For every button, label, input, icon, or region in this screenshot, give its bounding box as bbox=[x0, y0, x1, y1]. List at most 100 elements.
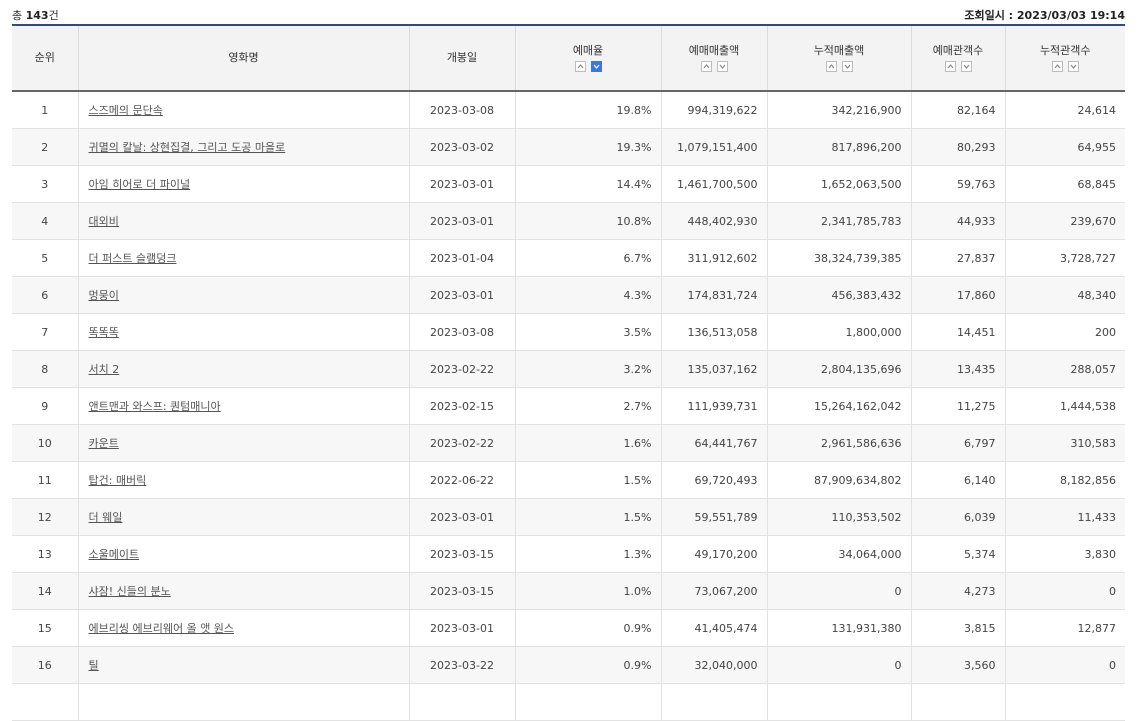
cell-title bbox=[77, 683, 409, 721]
cell-release: 2023-01-04 bbox=[408, 239, 515, 277]
cell-rank: 6 bbox=[12, 276, 78, 314]
table-row: 9 앤트맨과 와스프: 퀀텀매니아 2023-02-15 2.7% 111,939,73… bbox=[12, 387, 1125, 425]
cell-sales bbox=[660, 683, 767, 721]
cell-release: 2023-03-22 bbox=[408, 646, 515, 684]
column-header-rank: 순위 bbox=[12, 25, 78, 92]
cell-release: 2023-03-08 bbox=[408, 313, 515, 351]
sort-descending-icon[interactable] bbox=[716, 61, 728, 72]
cell-rank: 7 bbox=[12, 313, 78, 351]
cell-cum_sales: 87,909,634,802 bbox=[766, 461, 911, 499]
cell-rank: 8 bbox=[12, 350, 78, 388]
cell-title: 대외비 bbox=[77, 202, 409, 240]
movie-title-link[interactable]: 에브리씽 에브리웨어 올 앳 원스 bbox=[89, 622, 235, 635]
cell-rank: 16 bbox=[12, 646, 78, 684]
cell-audience bbox=[910, 683, 1005, 721]
cell-audience: 27,837 bbox=[910, 239, 1005, 277]
movie-title-link[interactable]: 더 퍼스트 슬램덩크 bbox=[89, 252, 177, 265]
cell-cum_audience: 11,433 bbox=[1004, 498, 1125, 536]
cell-title: 멍뭉이 bbox=[77, 276, 409, 314]
cell-rank: 15 bbox=[12, 609, 78, 647]
sort-ascending-icon[interactable] bbox=[944, 61, 956, 72]
sort-controls bbox=[1006, 61, 1126, 72]
cell-sales: 994,319,622 bbox=[660, 91, 767, 129]
table-row: 3 아임 히어로 더 파이널 2023-03-01 14.4% 1,461,700,50… bbox=[12, 165, 1125, 203]
cell-cum_sales: 110,353,502 bbox=[766, 498, 911, 536]
table-row bbox=[12, 683, 1125, 721]
cell-sales: 59,551,789 bbox=[660, 498, 767, 536]
result-summary-bar: 총 143건 조회일시 : 2023/03/03 19:14 bbox=[0, 0, 1144, 25]
cell-rate: 1.5% bbox=[514, 461, 661, 499]
movie-title-link[interactable]: 탑건: 매버릭 bbox=[89, 474, 147, 487]
sort-descending-icon[interactable] bbox=[841, 61, 853, 72]
cell-cum_sales: 0 bbox=[766, 646, 911, 684]
table-row: 1 스즈메의 문단속 2023-03-08 19.8% 994,319,622 342,2… bbox=[12, 91, 1125, 129]
cell-title: 카운트 bbox=[77, 424, 409, 462]
table-row: 10 카운트 2023-02-22 1.6% 64,441,767 2,961,586,6… bbox=[12, 424, 1125, 462]
cell-title: 똑똑똑 bbox=[77, 313, 409, 351]
cell-sales: 69,720,493 bbox=[660, 461, 767, 499]
movie-title-link[interactable]: 더 웨일 bbox=[89, 511, 123, 524]
cell-title: 귀멸의 칼날: 상현집결, 그리고 도공 마을로 bbox=[77, 128, 409, 166]
sort-ascending-icon[interactable] bbox=[700, 61, 712, 72]
cell-cum_sales: 1,800,000 bbox=[766, 313, 911, 351]
sort-controls bbox=[662, 61, 767, 72]
cell-sales: 49,170,200 bbox=[660, 535, 767, 573]
movie-title-link[interactable]: 소울메이트 bbox=[89, 548, 140, 561]
cell-cum_sales bbox=[766, 683, 911, 721]
cell-cum_sales: 2,341,785,783 bbox=[766, 202, 911, 240]
sort-ascending-icon[interactable] bbox=[1051, 61, 1063, 72]
total-count-number: 143 bbox=[25, 9, 49, 22]
movie-title-link[interactable]: 서치 2 bbox=[89, 363, 120, 376]
column-header-label: 영화명 bbox=[228, 51, 259, 64]
movie-title-link[interactable]: 샤잠! 신들의 분노 bbox=[89, 585, 171, 598]
movie-title-link[interactable]: 멍뭉이 bbox=[89, 289, 119, 302]
cell-release: 2023-02-22 bbox=[408, 350, 515, 388]
cell-cum_audience: 200 bbox=[1004, 313, 1125, 351]
cell-rank bbox=[12, 683, 78, 721]
cell-sales: 41,405,474 bbox=[660, 609, 767, 647]
sort-descending-icon[interactable] bbox=[960, 61, 972, 72]
movie-title-link[interactable]: 귀멸의 칼날: 상현집결, 그리고 도공 마을로 bbox=[89, 141, 286, 154]
cell-rate: 0.9% bbox=[514, 646, 661, 684]
cell-title: 서치 2 bbox=[77, 350, 409, 388]
cell-cum_audience: 24,614 bbox=[1004, 91, 1125, 129]
table-body: 1 스즈메의 문단속 2023-03-08 19.8% 994,319,622 342,2… bbox=[12, 91, 1125, 721]
cell-rate: 14.4% bbox=[514, 165, 661, 203]
sort-descending-icon[interactable] bbox=[590, 61, 602, 72]
movie-title-link[interactable]: 스즈메의 문단속 bbox=[89, 104, 163, 117]
table-row: 11 탑건: 매버릭 2022-06-22 1.5% 69,720,493 87,909,… bbox=[12, 461, 1125, 499]
column-header-label: 예매율 bbox=[572, 44, 604, 57]
cell-rank: 3 bbox=[12, 165, 78, 203]
movie-title-link[interactable]: 대외비 bbox=[89, 215, 119, 228]
cell-sales: 1,079,151,400 bbox=[660, 128, 767, 166]
movie-title-link[interactable]: 앤트맨과 와스프: 퀀텀매니아 bbox=[89, 400, 221, 413]
cell-audience: 4,273 bbox=[910, 572, 1005, 610]
cell-rank: 10 bbox=[12, 424, 78, 462]
sort-descending-icon[interactable] bbox=[1067, 61, 1079, 72]
cell-cum_audience: 48,340 bbox=[1004, 276, 1125, 314]
cell-title: 소울메이트 bbox=[77, 535, 409, 573]
table-row: 7 똑똑똑 2023-03-08 3.5% 136,513,058 1,800,000 14… bbox=[12, 313, 1125, 351]
table-row: 4 대외비 2023-03-01 10.8% 448,402,930 2,341,785,… bbox=[12, 202, 1125, 240]
cell-title: 더 웨일 bbox=[77, 498, 409, 536]
cell-cum_audience: 239,670 bbox=[1004, 202, 1125, 240]
cell-audience: 6,797 bbox=[910, 424, 1005, 462]
movie-title-link[interactable]: 똑똑똑 bbox=[89, 326, 119, 339]
movie-title-link[interactable]: 틸 bbox=[89, 659, 99, 672]
cell-cum_sales: 2,804,135,696 bbox=[766, 350, 911, 388]
table-row: 16 틸 2023-03-22 0.9% 32,040,000 0 3,560 0 bbox=[12, 646, 1125, 684]
cell-sales: 136,513,058 bbox=[660, 313, 767, 351]
sort-ascending-icon[interactable] bbox=[574, 61, 586, 72]
cell-release: 2023-02-15 bbox=[408, 387, 515, 425]
cell-audience: 17,860 bbox=[910, 276, 1005, 314]
cell-audience: 44,933 bbox=[910, 202, 1005, 240]
movie-title-link[interactable]: 카운트 bbox=[89, 437, 119, 450]
cell-cum_sales: 342,216,900 bbox=[766, 91, 911, 129]
cell-rate: 2.7% bbox=[514, 387, 661, 425]
cell-cum_sales: 0 bbox=[766, 572, 911, 610]
movie-title-link[interactable]: 아임 히어로 더 파이널 bbox=[89, 178, 191, 191]
sort-ascending-icon[interactable] bbox=[825, 61, 837, 72]
column-header-label: 예매관객수 bbox=[932, 44, 984, 57]
column-header-label: 순위 bbox=[34, 51, 55, 64]
cell-audience: 6,039 bbox=[910, 498, 1005, 536]
